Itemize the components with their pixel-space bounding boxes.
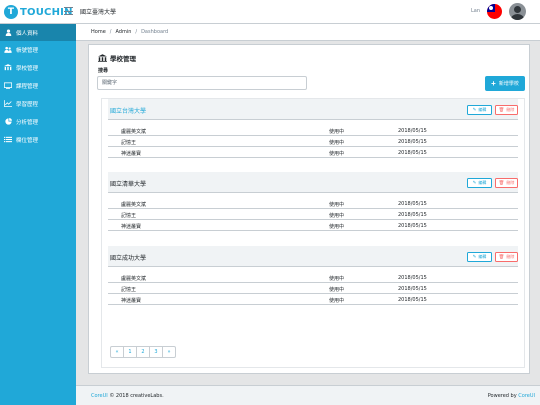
page-3-button[interactable]: 3: [149, 346, 163, 358]
breadcrumb: Home / Admin / Dashboard: [76, 24, 540, 41]
footer-powered-by: Powered by CoreUI: [488, 393, 535, 399]
pie-chart-icon: [4, 118, 12, 125]
sidebar-item-analysis[interactable]: 分析管理: [0, 113, 76, 130]
hamburger-icon: [64, 7, 73, 8]
add-school-label: 新增學校: [498, 81, 519, 87]
sidebar-item-fields[interactable]: 欄位管理: [0, 131, 76, 148]
table-row[interactable]: 記憶王 使用中 2018/05/15: [108, 283, 518, 294]
trash-icon: 🗑: [498, 180, 505, 186]
school-header: 國立清華大學 ✎ 編輯 🗑 刪除: [108, 172, 518, 193]
table-row[interactable]: 記憶王 使用中 2018/05/15: [108, 136, 518, 147]
taiwan-flag-icon[interactable]: [487, 4, 502, 19]
sidebar-item-accounts[interactable]: 帳號管理: [0, 41, 76, 58]
edit-icon: ✎: [472, 254, 477, 260]
footer-copyright: CoreUI © 2018 creativeLabs.: [91, 393, 164, 399]
delete-button[interactable]: 🗑 刪除: [495, 178, 518, 188]
table-row[interactable]: 盧麗英文斌 使用中 2018/05/15: [108, 198, 518, 209]
table-row[interactable]: 神迷叢寶 使用中 2018/05/15: [108, 147, 518, 158]
trash-icon: 🗑: [498, 254, 505, 260]
list-icon: [4, 136, 12, 143]
sidebar-item-label: 分析管理: [16, 119, 39, 126]
avatar[interactable]: [509, 3, 526, 20]
user-icon: [4, 29, 12, 36]
sidebar: 個人資料 帳號管理 學校管理 課程管理 學習歷程 分析管理 欄位管理: [0, 24, 76, 405]
footer-coreui-link[interactable]: CoreUI: [91, 393, 108, 399]
pagination: « 1 2 3 »: [110, 346, 176, 358]
table-row[interactable]: 盧麗英文斌 使用中 2018/05/15: [108, 125, 518, 136]
chart-line-icon: [4, 100, 12, 107]
school-header: 國立台灣大學 ✎ 編輯 🗑 刪除: [108, 99, 518, 120]
page-prev-button[interactable]: «: [110, 346, 124, 358]
table-row[interactable]: 記憶王 使用中 2018/05/15: [108, 209, 518, 220]
book-icon: [4, 82, 12, 89]
sidebar-item-profile[interactable]: 個人資料: [0, 24, 76, 41]
table-row[interactable]: 神迷叢寶 使用中 2018/05/15: [108, 294, 518, 305]
footer-copyright-text: © 2018 creativeLabs.: [109, 393, 164, 399]
school-header: 國立成功大學 ✎ 編輯 🗑 刪除: [108, 246, 518, 267]
delete-button[interactable]: 🗑 刪除: [495, 105, 518, 115]
edit-button[interactable]: ✎ 編輯: [467, 178, 492, 188]
sidebar-item-label: 個人資料: [16, 30, 39, 37]
app-title: 國立臺灣大學: [80, 9, 117, 16]
search-input[interactable]: [97, 76, 307, 90]
users-icon: [4, 46, 12, 53]
page-next-button[interactable]: »: [162, 346, 176, 358]
brand-logo[interactable]: T TOUCHIN: [4, 4, 73, 20]
sidebar-item-courses[interactable]: 課程管理: [0, 77, 76, 94]
trash-icon: 🗑: [498, 107, 505, 113]
search-label: 搜尋: [98, 68, 109, 74]
table-row[interactable]: 神迷叢寶 使用中 2018/05/15: [108, 220, 518, 231]
plus-icon: +: [491, 78, 496, 88]
school-name[interactable]: 國立清華大學: [110, 179, 146, 188]
page-title-text: 學校管理: [110, 55, 136, 63]
school-list: 國立台灣大學 ✎ 編輯 🗑 刪除 盧麗英文斌 使用中 2018/05/15 記憶王 …: [101, 98, 525, 368]
sidebar-item-schools[interactable]: 學校管理: [0, 59, 76, 76]
footer-powered-link[interactable]: CoreUI: [518, 393, 535, 399]
footer-powered-text: Powered by: [487, 393, 517, 399]
school-name[interactable]: 國立台灣大學: [110, 106, 146, 115]
brand-mark-icon: T: [4, 5, 18, 19]
page-title: 學校管理: [98, 53, 136, 63]
sidebar-item-label: 帳號管理: [16, 47, 39, 54]
page-2-button[interactable]: 2: [136, 346, 150, 358]
sidebar-item-label: 課程管理: [16, 83, 39, 90]
edit-button[interactable]: ✎ 編輯: [467, 252, 492, 262]
table-row[interactable]: 盧麗英文斌 使用中 2018/05/15: [108, 272, 518, 283]
edit-icon: ✎: [472, 107, 477, 113]
sidebar-toggle-button[interactable]: [64, 7, 73, 15]
edit-icon: ✎: [472, 180, 477, 186]
sidebar-item-history[interactable]: 學習歷程: [0, 95, 76, 112]
edit-button[interactable]: ✎ 編輯: [467, 105, 492, 115]
footer: CoreUI © 2018 creativeLabs. Powered by C…: [76, 385, 540, 405]
top-header: T TOUCHIN 國立臺灣大學 Lan: [0, 0, 540, 24]
breadcrumb-dashboard: Dashboard: [141, 29, 169, 35]
school-icon: [4, 64, 12, 71]
sidebar-item-label: 學校管理: [16, 65, 39, 72]
breadcrumb-home[interactable]: Home: [91, 29, 106, 35]
page-1-button[interactable]: 1: [123, 346, 137, 358]
school-icon: [98, 54, 107, 62]
add-school-button[interactable]: + 新增學校: [485, 76, 525, 91]
sidebar-item-label: 欄位管理: [16, 137, 39, 144]
school-name[interactable]: 國立成功大學: [110, 253, 146, 262]
breadcrumb-admin[interactable]: Admin: [115, 29, 131, 35]
delete-button[interactable]: 🗑 刪除: [495, 252, 518, 262]
school-management-card: 學校管理 搜尋 + 新增學校 國立台灣大學 ✎編輯 🗑刪除 盧麗英文斌 使用中 …: [88, 44, 530, 374]
user-name: Lan: [471, 8, 481, 14]
sidebar-item-label: 學習歷程: [16, 101, 39, 108]
